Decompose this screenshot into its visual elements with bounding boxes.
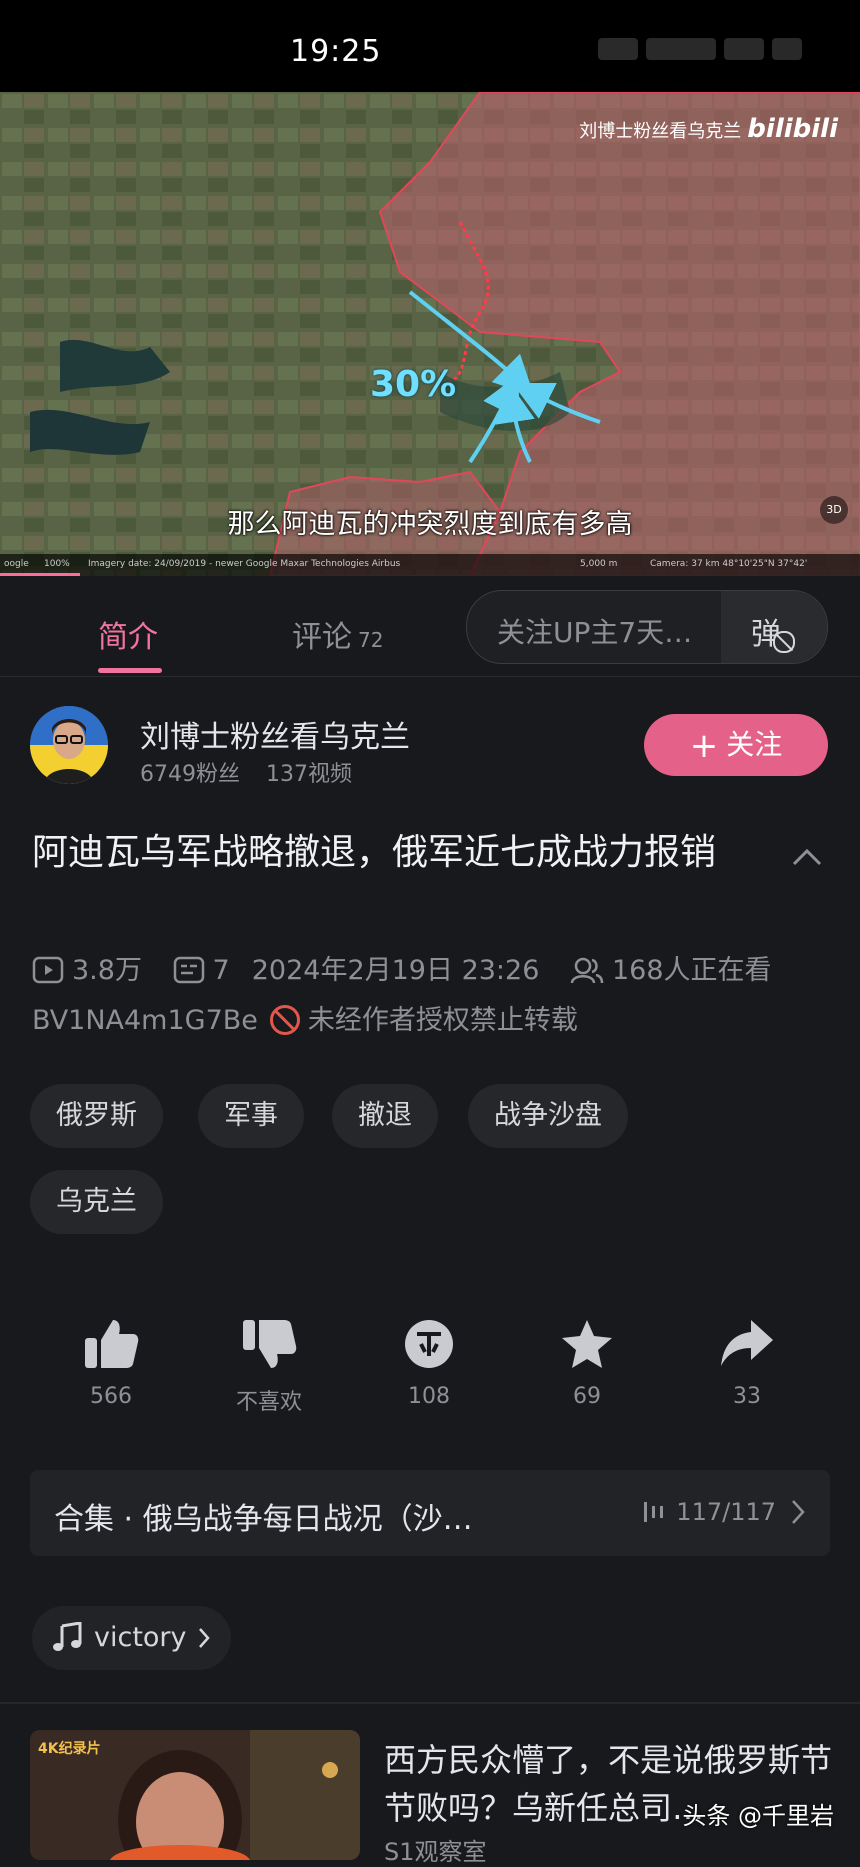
- dislike-label: 不喜欢: [235, 1390, 302, 1415]
- recommended-video-thumbnail[interactable]: 4K纪录片: [30, 1730, 360, 1860]
- share-button[interactable]: 33: [692, 1318, 802, 1409]
- coin-count: 108: [408, 1384, 450, 1409]
- status-time: 19:25: [290, 34, 382, 69]
- map-percent-label: 30%: [370, 364, 457, 405]
- chevron-up-icon[interactable]: [790, 840, 824, 874]
- collection-progress: 117/117: [676, 1498, 776, 1526]
- follow-banner-text: 关注UP主7天…: [497, 616, 693, 649]
- share-count: 33: [733, 1384, 761, 1409]
- publish-time: 2024年2月19日 23:26: [251, 955, 540, 986]
- video-subtitle: 那么阿迪瓦的冲突烈度到底有多高: [227, 509, 633, 540]
- comment-count: 72: [358, 628, 384, 652]
- danmu-toggle-button[interactable]: 弹: [721, 591, 827, 663]
- like-count: 566: [90, 1384, 132, 1409]
- thumbnail-badge: 4K纪录片: [38, 1741, 101, 1757]
- view-count: 3.8万: [72, 955, 142, 986]
- recommended-video-channel: S1观察室: [384, 1838, 487, 1866]
- plus-icon: +: [689, 726, 719, 766]
- bvid[interactable]: BV1NA4m1G7Be: [32, 1005, 258, 1036]
- chevron-right-icon: [792, 1500, 805, 1524]
- share-arrow-icon: [721, 1320, 773, 1366]
- star-icon: [562, 1320, 612, 1368]
- music-title: victory: [94, 1622, 187, 1653]
- tab-intro[interactable]: 简介: [98, 612, 158, 656]
- section-divider: [0, 1702, 860, 1704]
- danmu-off-icon: [773, 631, 795, 653]
- collection-title: 合集 · 俄乌战争每日战况（沙…: [54, 1502, 473, 1537]
- play-count-icon: [32, 956, 64, 984]
- video-watermark: 刘博士粉丝看乌克兰 bilibili: [579, 114, 838, 144]
- video-meta-2: BV1NA4m1G7Be 未经作者授权禁止转载: [32, 998, 578, 1037]
- tag-russia[interactable]: 俄罗斯: [30, 1084, 163, 1148]
- video-meta: 3.8万 7 2024年2月19日 23:26 168人正在看: [32, 948, 772, 987]
- coin-icon: [405, 1320, 453, 1368]
- dislike-button[interactable]: 不喜欢: [214, 1318, 324, 1416]
- viewers-icon: [570, 957, 604, 984]
- music-chip[interactable]: victory: [32, 1606, 231, 1670]
- source-watermark: 头条 @千里岩: [682, 1802, 834, 1830]
- favorite-count: 69: [573, 1384, 601, 1409]
- copyright-notice: 未经作者授权禁止转载: [307, 1005, 578, 1036]
- video-title: 阿迪瓦乌军战略撤退，俄军近七成战力报销: [32, 832, 717, 873]
- follower-count: 6749粉丝: [140, 762, 240, 787]
- map-attribution-bar: oogle 100% Imagery date: 24/09/2019 - ne…: [0, 554, 860, 576]
- collection-card[interactable]: 合集 · 俄乌战争每日战况（沙… 117/117: [30, 1470, 830, 1556]
- tab-bar: 简介 评论 72 关注UP主7天… 弹: [0, 576, 860, 677]
- tag-war-sandbox[interactable]: 战争沙盘: [468, 1084, 628, 1148]
- music-note-icon: [53, 1621, 82, 1651]
- follow-button[interactable]: + 关注: [644, 714, 828, 776]
- collection-list-icon: [644, 1502, 663, 1522]
- tab-comments[interactable]: 评论 72: [292, 612, 383, 656]
- video-player[interactable]: 刘博士粉丝看乌克兰 bilibili 30% 3D 那么阿迪瓦的冲突烈度到底有多高…: [0, 92, 860, 576]
- danmaku-count-icon: [173, 956, 204, 984]
- thumbs-down-icon: [243, 1320, 297, 1368]
- video-count: 137视频: [266, 762, 352, 787]
- avatar[interactable]: [30, 706, 108, 784]
- status-bar: 19:25: [0, 0, 860, 92]
- status-icons: [590, 38, 820, 64]
- tag-ukraine[interactable]: 乌克兰: [30, 1170, 163, 1234]
- uploader-stats: 6749粉丝 137视频: [140, 756, 352, 788]
- like-button[interactable]: 566: [56, 1318, 166, 1409]
- favorite-button[interactable]: 69: [532, 1318, 642, 1409]
- uploader-name[interactable]: 刘博士粉丝看乌克兰: [140, 712, 410, 756]
- uploader-row: 刘博士粉丝看乌克兰 6749粉丝 137视频 + 关注: [0, 700, 860, 800]
- tag-retreat[interactable]: 撤退: [332, 1084, 438, 1148]
- tag-military[interactable]: 军事: [198, 1084, 304, 1148]
- thumbs-up-icon: [85, 1320, 139, 1368]
- danmaku-count: 7: [212, 955, 230, 986]
- danmu-input-pill[interactable]: 关注UP主7天… 弹: [466, 590, 828, 664]
- no-repost-icon: [269, 1005, 300, 1035]
- chevron-right-icon: [198, 1628, 210, 1648]
- coin-button[interactable]: 108: [374, 1318, 484, 1409]
- watching-now: 168人正在看: [611, 955, 772, 986]
- tab-active-indicator: [98, 668, 162, 673]
- tab-comments-label: 评论: [292, 620, 352, 655]
